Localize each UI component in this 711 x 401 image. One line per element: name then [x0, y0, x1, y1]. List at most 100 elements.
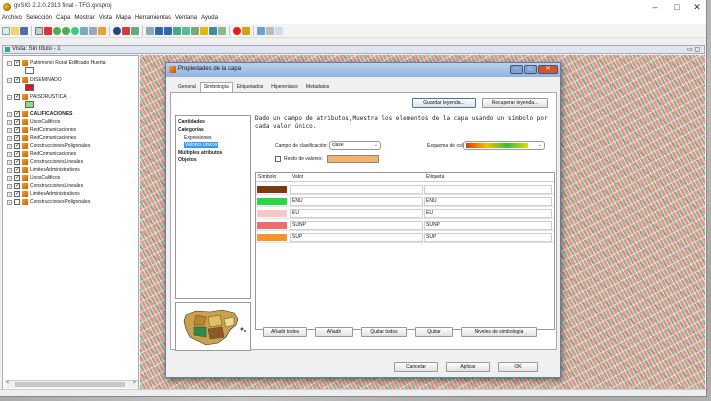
polygon-select-icon[interactable] — [173, 26, 181, 35]
toc-layer-item[interactable]: − PAISDRUSTICA — [7, 93, 67, 101]
toc-horizontal-scrollbar[interactable]: < > — [5, 380, 138, 388]
tree-item-objetos[interactable]: Objetos — [178, 157, 197, 163]
expand-icon[interactable]: + — [7, 135, 12, 141]
value-cell[interactable]: SUNP — [290, 221, 423, 230]
scroll-right-icon[interactable]: > — [132, 380, 136, 386]
layer-visibility-checkbox[interactable] — [14, 59, 20, 66]
tree-item-cantidades[interactable]: Cantidades — [178, 119, 205, 125]
expand-icon[interactable]: + — [7, 167, 12, 173]
menu-ventana[interactable]: Ventana — [173, 14, 199, 22]
toc-layer-item[interactable]: + CALIFICACIONES — [7, 110, 73, 118]
filter-icon[interactable] — [191, 26, 199, 35]
toc-layer-item[interactable]: + ConstruccionesPoligonales — [7, 198, 90, 206]
layer-visibility-checkbox[interactable] — [14, 110, 20, 117]
toc-layer-item[interactable]: − Patrimonio Rural Edificado Huerta — [7, 59, 106, 67]
view-window-controls[interactable]: ▭ ▢ — [687, 46, 700, 53]
label-cell[interactable]: ENU — [424, 197, 552, 206]
menu-herramientas[interactable]: Herramientas — [133, 14, 173, 22]
toc-layer-item[interactable]: + LimitesAdministrativos — [7, 190, 80, 198]
toc-layer-item[interactable]: + LimitesAdministrativos — [7, 166, 80, 174]
pin-icon[interactable] — [242, 26, 250, 35]
menu-archivo[interactable]: Archivo — [0, 14, 24, 22]
minimize-button[interactable]: – — [648, 1, 662, 13]
toc-layer-item[interactable]: + UsosCalificos — [7, 174, 60, 182]
collapse-icon[interactable]: − — [7, 60, 12, 66]
expand-icon[interactable]: + — [7, 143, 12, 149]
symbol-table-row[interactable]: EU EU — [256, 208, 554, 219]
symbol-levels-button[interactable]: Niveles de simbología — [461, 327, 537, 337]
stop-icon[interactable] — [233, 26, 241, 35]
toc-layer-item[interactable]: + ConstruccionesPoligonales — [7, 142, 90, 150]
label-cell[interactable] — [424, 185, 552, 194]
toc-layer-item[interactable]: + RedComunicaciones — [7, 134, 76, 142]
toc-layer-item[interactable]: − DISEMINADO — [7, 76, 62, 84]
tree-item-expresiones[interactable]: Expresiones — [184, 135, 212, 141]
layer-visibility-checkbox[interactable] — [14, 150, 20, 157]
new-document-icon[interactable] — [2, 26, 10, 35]
add-all-button[interactable]: Añadir todos — [263, 327, 307, 337]
layer-visibility-checkbox[interactable] — [14, 134, 20, 141]
scroll-left-icon[interactable]: < — [6, 380, 10, 386]
collapse-icon[interactable]: − — [7, 94, 12, 100]
window-icon[interactable] — [275, 26, 283, 35]
menu-capa[interactable]: Capa — [54, 14, 72, 22]
layer-visibility-checkbox[interactable] — [14, 93, 20, 100]
toc-layer-item[interactable]: + RedComunicaciones — [7, 150, 76, 158]
expand-icon[interactable]: + — [7, 199, 12, 205]
grid-icon[interactable] — [266, 26, 274, 35]
symbol-table-row[interactable] — [256, 184, 554, 195]
symbol-swatch[interactable] — [257, 186, 287, 193]
zoom-previous-icon[interactable] — [89, 26, 97, 35]
hyperlink-icon[interactable] — [257, 26, 265, 35]
symbol-table-row[interactable]: SUP SUP — [256, 232, 554, 243]
copy-icon[interactable] — [35, 26, 43, 35]
measure-icon[interactable] — [122, 26, 130, 35]
tree-item-multiples-atributos[interactable]: Múltiples atributos — [178, 150, 222, 156]
open-folder-icon[interactable] — [11, 26, 19, 35]
tab-simbologia[interactable]: Simbología — [199, 82, 233, 92]
layer-visibility-checkbox[interactable] — [14, 199, 20, 205]
menu-ayuda[interactable]: Ayuda — [199, 14, 220, 22]
value-cell[interactable] — [290, 185, 423, 194]
rectangle-select-icon[interactable] — [164, 26, 172, 35]
tab-hiperenlace[interactable]: Hiperenlace — [267, 82, 302, 92]
menu-vista[interactable]: Vista — [97, 14, 114, 22]
layer-visibility-checkbox[interactable] — [14, 190, 20, 197]
layer-visibility-checkbox[interactable] — [14, 174, 20, 181]
save-legend-button[interactable]: Guardar leyenda... — [412, 98, 476, 108]
buffer-select-icon[interactable] — [182, 26, 190, 35]
expand-icon[interactable]: + — [7, 127, 12, 133]
maximize-button[interactable]: □ — [670, 1, 684, 13]
recover-legend-button[interactable]: Recuperar leyenda... — [482, 98, 548, 108]
label-cell[interactable]: SUNP — [424, 221, 552, 230]
highlight-icon[interactable] — [200, 26, 208, 35]
edit-icon[interactable] — [218, 26, 226, 35]
classification-field-select[interactable]: clase ⌄ — [329, 141, 381, 150]
dialog-close-button[interactable]: ✕ — [538, 65, 558, 74]
symbol-table-row[interactable]: ENU ENU — [256, 196, 554, 207]
symbol-swatch[interactable] — [257, 210, 287, 217]
value-cell[interactable]: SUP — [290, 233, 423, 242]
tree-item-categorias[interactable]: Categorías — [178, 127, 204, 133]
label-cell[interactable]: SUP — [424, 233, 552, 242]
delete-icon[interactable] — [44, 26, 52, 35]
remove-button[interactable]: Quitar — [415, 327, 453, 337]
layer-visibility-checkbox[interactable] — [14, 126, 20, 133]
zoom-all-icon[interactable] — [71, 26, 79, 35]
scrollbar-thumb[interactable] — [15, 382, 125, 387]
toc-layer-item[interactable]: + ConstruccionesLineales — [7, 182, 83, 190]
layer-visibility-checkbox[interactable] — [14, 182, 20, 189]
toc-layer-item[interactable]: + ConstruccionesLineales — [7, 158, 83, 166]
collapse-icon[interactable]: − — [7, 77, 12, 83]
expand-icon[interactable]: + — [7, 175, 12, 181]
rest-values-checkbox[interactable] — [275, 156, 281, 162]
expand-icon[interactable]: + — [7, 119, 12, 125]
expand-icon[interactable]: + — [7, 111, 12, 117]
toc-layer-item[interactable]: + UsosCalificos — [7, 118, 60, 126]
apply-button[interactable]: Aplicar — [446, 362, 490, 372]
graph-icon[interactable] — [209, 26, 217, 35]
layer-visibility-checkbox[interactable] — [14, 142, 20, 149]
remove-all-button[interactable]: Quitar todos — [361, 327, 407, 337]
expand-icon[interactable]: + — [7, 183, 12, 189]
expand-icon[interactable]: + — [7, 191, 12, 197]
